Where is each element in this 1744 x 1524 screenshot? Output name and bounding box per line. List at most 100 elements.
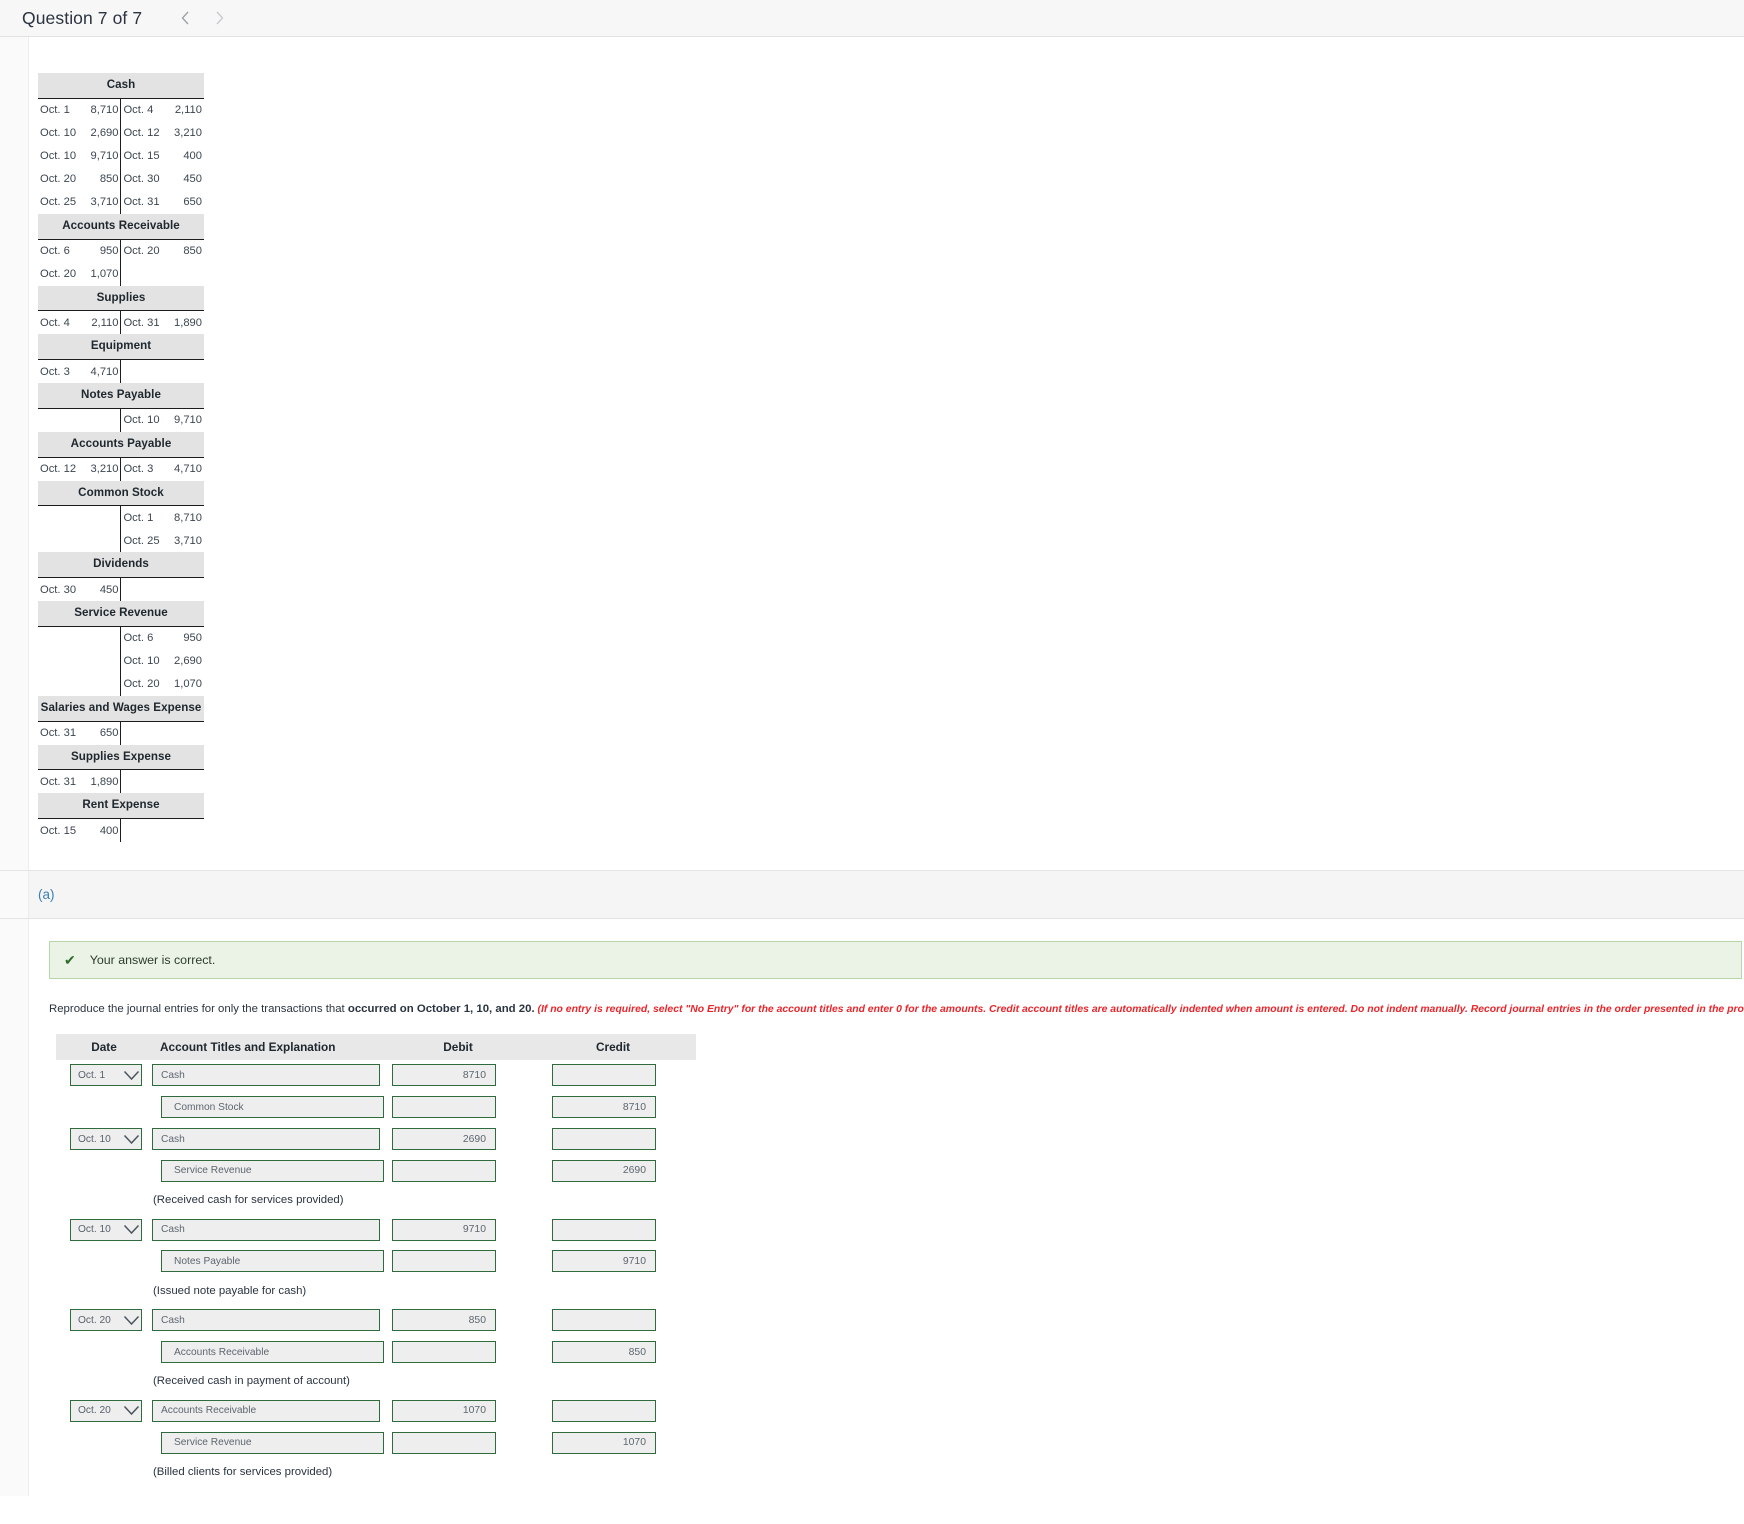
journal-explanation-row: (Issued note payable for cash) (56, 1277, 696, 1304)
t-account-row: Oct. 10 9,710 (38, 408, 204, 432)
account-title-input[interactable]: Cash (152, 1218, 380, 1241)
account-title-input[interactable]: Accounts Receivable (152, 1399, 380, 1422)
debit-amount-input[interactable] (392, 1250, 496, 1273)
t-account-cell-c-date: Oct. 15 (123, 150, 160, 163)
instruction-note: (If no entry is required, select "No Ent… (537, 1004, 1744, 1015)
date-select[interactable]: Oct. 10 (70, 1128, 142, 1151)
t-account-cell-d-amt (78, 626, 122, 650)
journal-credit-cell (544, 1309, 696, 1332)
t-account-cell-d-amt: 450 (78, 577, 122, 601)
journal-credit-cell (544, 1064, 696, 1087)
t-account-title: Notes Payable (38, 383, 204, 408)
credit-amount-input[interactable]: 2690 (552, 1159, 656, 1182)
debit-amount-input[interactable] (392, 1096, 496, 1119)
t-account-cell-c-date: Oct. 20 (123, 678, 160, 691)
journal-credit-cell (544, 1218, 696, 1241)
debit-amount-input[interactable]: 1070 (392, 1399, 496, 1422)
credit-amount-input[interactable] (552, 1399, 656, 1422)
account-title-input[interactable]: Common Stock (161, 1096, 384, 1119)
t-account-title: Salaries and Wages Expense (38, 695, 204, 721)
journal-explanation-row: (Received cash in payment of account) (56, 1368, 696, 1395)
credit-amount-input[interactable] (552, 1064, 656, 1087)
t-account-cell-d-date: Oct. 31 (40, 727, 77, 739)
journal-line-row: Notes Payable 9710 (56, 1246, 696, 1278)
part-a-band: (a) (0, 871, 1744, 919)
journal-line-row: Oct. 20 Accounts Receivable 1070 (56, 1395, 696, 1427)
journal-line-row: Oct. 10 Cash 9710 (56, 1214, 696, 1246)
t-account-row: Oct. 25 3,710 (38, 529, 204, 553)
debit-amount-input[interactable]: 8710 (392, 1064, 496, 1087)
account-title-input[interactable]: Notes Payable (161, 1250, 384, 1273)
journal-credit-cell: 9710 (544, 1250, 696, 1273)
t-account-cell-d-date (38, 673, 78, 696)
date-select[interactable]: Oct. 20 (70, 1399, 142, 1422)
t-account-row: Oct. 4 2,110 Oct. 31 1,890 (38, 310, 204, 335)
t-account-cell-c-amt: 400 (183, 150, 202, 163)
chevron-down-icon-wrap (121, 1220, 141, 1240)
journal-line-row: Accounts Receivable 850 (56, 1336, 696, 1368)
journal-credit-cell (544, 1399, 696, 1422)
journal-line-row: Oct. 10 Cash 2690 (56, 1123, 696, 1155)
date-select[interactable]: Oct. 10 (70, 1218, 142, 1241)
credit-amount-input[interactable] (552, 1309, 656, 1332)
journal-debit-cell (384, 1341, 544, 1363)
journal-debit-cell: 8710 (384, 1064, 544, 1087)
account-title-input[interactable]: Accounts Receivable (161, 1341, 384, 1363)
chevron-down-icon (123, 1225, 139, 1235)
credit-amount-input[interactable]: 9710 (552, 1250, 656, 1273)
t-account-cell-c-date: Oct. 10 (123, 655, 160, 668)
debit-amount-input[interactable]: 850 (392, 1309, 496, 1332)
journal-line-row: Oct. 1 Cash 8710 (56, 1060, 696, 1092)
t-account-cell-d-date: Oct. 4 (40, 316, 70, 329)
t-account-title: Accounts Receivable (38, 213, 204, 239)
account-title-input[interactable]: Cash (152, 1128, 380, 1151)
t-account-cell-d-amt: 2,110 (78, 310, 122, 335)
debit-amount-input[interactable] (392, 1341, 496, 1363)
credit-amount-input[interactable]: 850 (552, 1341, 656, 1363)
t-account-cell-c-amt (161, 770, 204, 794)
t-account-cell-c-date (121, 578, 161, 602)
t-account-cell-c-date: Oct. 4 (123, 104, 154, 117)
prev-question-button[interactable] (168, 4, 202, 32)
debit-amount-input[interactable]: 9710 (392, 1218, 496, 1241)
journal-account-cell: Notes Payable (152, 1250, 384, 1273)
t-account-cell-d-amt (78, 408, 122, 432)
question-toolbar: Question 7 of 7 (0, 0, 1744, 37)
account-title-input[interactable]: Cash (152, 1309, 380, 1332)
t-account-row: Oct. 1 8,710 (38, 505, 204, 530)
next-question-button[interactable] (202, 4, 236, 32)
journal-credit-cell: 1070 (544, 1431, 696, 1454)
journal-credit-cell: 2690 (544, 1159, 696, 1182)
journal-line-row: Service Revenue 1070 (56, 1427, 696, 1459)
credit-amount-input[interactable] (552, 1218, 656, 1241)
t-account-cell-d-date: Oct. 30 (40, 583, 77, 596)
t-accounts-container: Cash Oct. 1 8,710 Oct. 4 2,110 Oct. 10 2,690 Oc… (38, 73, 204, 842)
account-title-input[interactable]: Cash (152, 1064, 380, 1087)
debit-amount-input[interactable] (392, 1431, 496, 1454)
page-title: Question 7 of 7 (22, 7, 143, 28)
t-account-cell-d-amt: 4,710 (78, 359, 122, 383)
account-title-input[interactable]: Service Revenue (161, 1431, 384, 1454)
t-account-cell-d-amt (78, 649, 122, 673)
date-select[interactable]: Oct. 1 (70, 1064, 142, 1087)
journal-debit-cell (384, 1250, 544, 1273)
date-select[interactable]: Oct. 20 (70, 1309, 142, 1332)
account-title-input[interactable]: Service Revenue (161, 1159, 384, 1182)
credit-amount-input[interactable]: 8710 (552, 1096, 656, 1119)
t-account-title: Rent Expense (38, 793, 204, 818)
t-account-cell-d-amt: 9,710 (78, 144, 122, 168)
credit-amount-input[interactable]: 1070 (552, 1431, 656, 1454)
t-account-cell-c-date (121, 770, 161, 794)
t-account-cell-c-date (121, 721, 161, 745)
debit-amount-input[interactable] (392, 1159, 496, 1182)
date-select-value: Oct. 1 (78, 1069, 106, 1081)
journal-debit-cell (384, 1431, 544, 1454)
debit-amount-input[interactable]: 2690 (392, 1128, 496, 1151)
t-account-cell-c-date (121, 263, 161, 286)
t-account-cell-d-date: Oct. 20 (40, 173, 77, 186)
date-select-value: Oct. 10 (78, 1224, 111, 1236)
credit-amount-input[interactable] (552, 1128, 656, 1151)
t-account-title: Supplies (38, 285, 204, 311)
t-account-cell-c-amt (161, 263, 204, 286)
t-account-cell-c-amt (161, 578, 204, 602)
